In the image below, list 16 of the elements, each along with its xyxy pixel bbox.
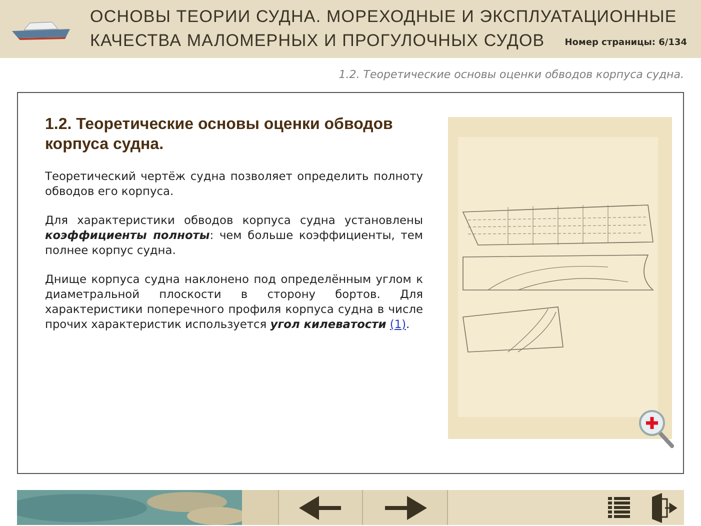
page-title: ОСНОВЫ ТЕОРИИ СУДНА. МОРЕХОДНЫЕ И ЭКСПЛУАТАЦИОННЫЕ (90, 6, 677, 28)
exit-icon[interactable] (650, 492, 678, 522)
paragraph: Днище корпуса судна наклонено под определённым углом к диаметральной плоскости в сторону бортов. Для характеристики поперечного профиля корпуса судна в числе прочих характеристик используется угол килеватости (1). (45, 272, 423, 332)
left-arrow-icon (298, 496, 342, 520)
page-number: Номер страницы: 6/134 (564, 36, 687, 50)
paragraph: Для характеристики обводов корпуса судна установлены коэффициенты полноты: чем больше коэффициенты, тем полнее корпус судна. (45, 213, 423, 258)
previous-button[interactable] (278, 490, 363, 525)
menu-icon[interactable] (608, 496, 630, 518)
section-heading: 1.2. Теоретические основы оценки обводов корпуса судна. (45, 115, 394, 155)
zoom-in-icon[interactable] (638, 409, 676, 449)
right-arrow-icon (383, 496, 427, 520)
breadcrumb: 1.2. Теоретические основы оценки обводов корпуса судна. (338, 66, 684, 83)
next-button[interactable] (363, 490, 448, 525)
footnote-link[interactable]: (1) (390, 317, 406, 331)
page-title: КАЧЕСТВА МАЛОМЕРНЫХ И ПРОГУЛОЧНЫХ СУДОВ (90, 30, 545, 52)
paragraph: Теоретический чертёж судна позволяет определить полноту обводов его корпуса. (45, 169, 423, 199)
